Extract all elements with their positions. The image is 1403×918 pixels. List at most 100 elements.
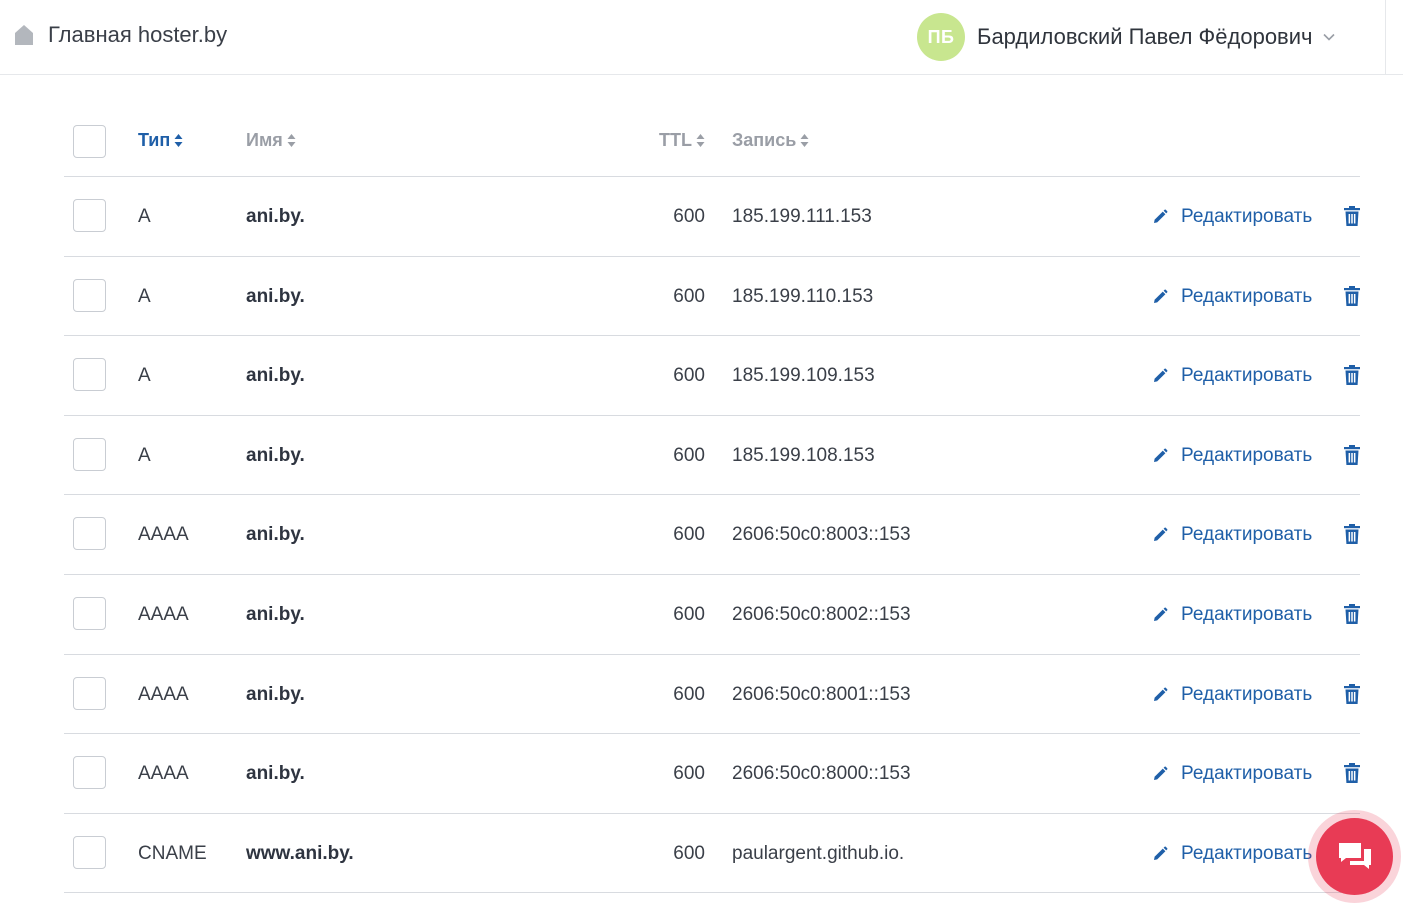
record-value: 185.199.109.153 bbox=[732, 365, 875, 387]
column-header-ttl[interactable]: TTL bbox=[659, 130, 705, 151]
avatar: ПБ bbox=[917, 13, 965, 61]
record-name: ani.by. bbox=[246, 285, 305, 307]
edit-button[interactable]: Редактировать bbox=[1152, 762, 1312, 786]
home-link[interactable]: Главная hoster.by bbox=[14, 22, 227, 48]
column-header-type[interactable]: Тип bbox=[138, 130, 183, 151]
edit-button[interactable]: Редактировать bbox=[1152, 842, 1312, 866]
edit-button[interactable]: Редактировать bbox=[1152, 444, 1312, 468]
table-row: AAAA ani.by. 600 2606:50c0:8003::153 Ред… bbox=[64, 495, 1360, 575]
table-row: AAAA ani.by. 600 2606:50c0:8000::153 Ред… bbox=[64, 734, 1360, 814]
table-header: Тип Имя TTL Запись bbox=[64, 104, 1360, 177]
trash-icon[interactable] bbox=[1344, 444, 1360, 465]
pencil-icon bbox=[1154, 766, 1168, 781]
table-row: CNAME www.ani.by. 600 paulargent.github.… bbox=[64, 814, 1360, 894]
row-checkbox[interactable] bbox=[73, 596, 106, 630]
edit-label: Редактировать bbox=[1181, 603, 1313, 625]
column-header-name[interactable]: Имя bbox=[246, 130, 296, 151]
edit-button[interactable]: Редактировать bbox=[1152, 285, 1312, 309]
record-name: ani.by. bbox=[246, 444, 305, 466]
trash-icon[interactable] bbox=[1344, 763, 1360, 784]
table-row: AAAA ani.by. 600 2606:50c0:8002::153 Ред… bbox=[64, 575, 1360, 655]
trash-icon[interactable] bbox=[1344, 365, 1360, 386]
record-type: AAAA bbox=[138, 683, 189, 705]
record-type: A bbox=[138, 285, 151, 307]
record-ttl: 600 bbox=[673, 206, 705, 227]
chat-button[interactable] bbox=[1316, 818, 1393, 895]
row-checkbox[interactable] bbox=[73, 756, 106, 790]
column-header-record-label: Запись bbox=[732, 130, 797, 150]
record-name: www.ani.by. bbox=[246, 842, 354, 864]
trash-icon[interactable] bbox=[1344, 285, 1360, 306]
record-ttl: 600 bbox=[673, 285, 705, 307]
row-checkbox[interactable] bbox=[73, 676, 106, 710]
chat-bubbles-icon bbox=[1338, 842, 1371, 869]
row-checkbox[interactable] bbox=[73, 517, 106, 551]
edit-label: Редактировать bbox=[1181, 365, 1313, 387]
record-ttl: 600 bbox=[673, 365, 705, 387]
dns-records-table: Тип Имя TTL Запись A ani.by. 600 185.199… bbox=[64, 104, 1360, 894]
record-type: AAAA bbox=[138, 524, 189, 546]
pencil-icon bbox=[1154, 846, 1168, 860]
home-icon bbox=[15, 25, 33, 45]
record-name: ani.by. bbox=[246, 365, 305, 387]
select-all-checkbox[interactable] bbox=[73, 125, 106, 158]
column-header-ttl-label: TTL bbox=[659, 130, 692, 150]
record-type: AAAA bbox=[138, 763, 189, 785]
record-ttl: 600 bbox=[673, 842, 705, 864]
table-row: A ani.by. 600 185.199.111.153 Редактиров… bbox=[64, 177, 1360, 257]
table-row: AAAA ani.by. 600 2606:50c0:8001::153 Ред… bbox=[64, 655, 1360, 735]
sort-icon bbox=[696, 134, 705, 147]
pencil-icon bbox=[1154, 448, 1168, 462]
pencil-icon bbox=[1154, 368, 1168, 383]
column-header-type-label: Тип bbox=[138, 130, 171, 150]
trash-icon[interactable] bbox=[1344, 603, 1360, 624]
sort-icon bbox=[800, 134, 809, 147]
record-name: ani.by. bbox=[246, 524, 305, 546]
record-value: 2606:50c0:8000::153 bbox=[732, 763, 911, 785]
home-label: Главная hoster.by bbox=[48, 22, 228, 47]
record-ttl: 600 bbox=[673, 524, 705, 546]
pencil-icon bbox=[1154, 607, 1168, 621]
table-body: A ani.by. 600 185.199.111.153 Редактиров… bbox=[64, 177, 1360, 894]
user-name: Бардиловский Павел Фёдорович bbox=[977, 24, 1313, 49]
trash-icon[interactable] bbox=[1344, 683, 1360, 704]
record-value: 185.199.110.153 bbox=[732, 285, 874, 307]
edit-button[interactable]: Редактировать bbox=[1152, 364, 1312, 388]
record-type: A bbox=[138, 365, 151, 387]
row-checkbox[interactable] bbox=[73, 278, 106, 312]
record-value: 185.199.111.153 bbox=[732, 206, 872, 227]
pencil-icon bbox=[1154, 209, 1168, 223]
record-type: A bbox=[138, 444, 151, 466]
record-value: 185.199.108.153 bbox=[732, 444, 875, 466]
edit-label: Редактировать bbox=[1181, 285, 1313, 307]
user-menu[interactable]: ПБ Бардиловский Павел Фёдорович bbox=[917, 13, 1335, 61]
record-value: 2606:50c0:8003::153 bbox=[732, 524, 911, 546]
sort-icon bbox=[287, 134, 296, 147]
record-type: A bbox=[138, 206, 151, 227]
edit-button[interactable]: Редактировать bbox=[1152, 683, 1312, 707]
column-header-record[interactable]: Запись bbox=[732, 130, 809, 151]
edit-label: Редактировать bbox=[1181, 763, 1313, 785]
sort-icon bbox=[174, 134, 183, 147]
row-checkbox[interactable] bbox=[73, 835, 106, 869]
pencil-icon bbox=[1154, 289, 1168, 303]
pencil-icon bbox=[1154, 527, 1168, 542]
edit-button[interactable]: Редактировать bbox=[1152, 603, 1312, 627]
record-value: paulargent.github.io. bbox=[732, 842, 905, 864]
row-checkbox[interactable] bbox=[73, 199, 106, 232]
record-value: 2606:50c0:8002::153 bbox=[732, 603, 911, 625]
row-checkbox[interactable] bbox=[73, 358, 106, 392]
edit-label: Редактировать bbox=[1181, 683, 1313, 705]
record-ttl: 600 bbox=[673, 763, 705, 785]
top-header: Главная hoster.by ПБ Бардиловский Павел … bbox=[0, 0, 1403, 75]
edit-button[interactable]: Редактировать bbox=[1152, 205, 1312, 229]
edit-label: Редактировать bbox=[1181, 842, 1313, 864]
trash-icon[interactable] bbox=[1344, 206, 1360, 226]
edit-label: Редактировать bbox=[1181, 444, 1313, 466]
record-value: 2606:50c0:8001::153 bbox=[732, 683, 911, 705]
edit-button[interactable]: Редактировать bbox=[1152, 523, 1312, 547]
trash-icon[interactable] bbox=[1344, 524, 1360, 545]
edit-label: Редактировать bbox=[1181, 206, 1313, 227]
record-ttl: 600 bbox=[673, 603, 705, 625]
row-checkbox[interactable] bbox=[73, 437, 106, 471]
